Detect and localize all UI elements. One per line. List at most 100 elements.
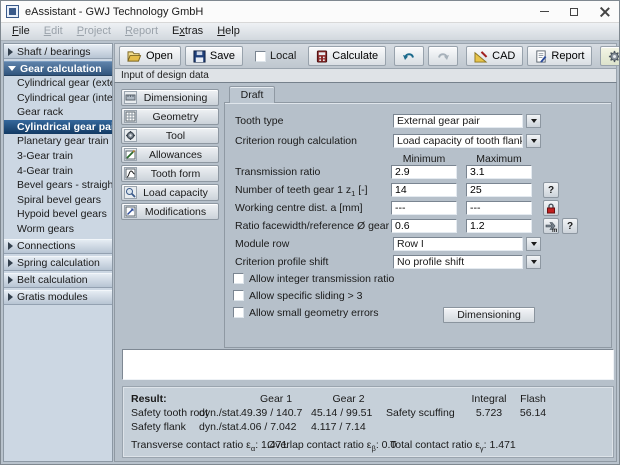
save-button[interactable]: Save xyxy=(185,46,243,66)
number-of-teeth-min-input[interactable] xyxy=(391,183,457,197)
total-contact-ratio: Total contact ratio εγ: 1.471 xyxy=(390,439,516,453)
maximize-button[interactable] xyxy=(559,1,589,22)
sidebar-item-gear-rack[interactable]: Gear rack xyxy=(4,105,112,120)
number-of-teeth-help-button[interactable]: ? xyxy=(543,182,559,198)
svg-text:m: m xyxy=(552,228,557,232)
overlap-contact-ratio: Overlap contact ratio εβ: 0.0 xyxy=(267,439,390,453)
redo-button[interactable] xyxy=(428,46,458,66)
sidebar-section-belt-calculation[interactable]: Belt calculation xyxy=(4,273,112,288)
profile-shift-label: Criterion profile shift xyxy=(235,256,328,268)
report-document-icon xyxy=(535,50,547,63)
sidebar-section-spring-calculation[interactable]: Spring calculation xyxy=(4,256,112,271)
dropdown-arrow-icon xyxy=(531,139,537,143)
module-row-select[interactable]: Row I xyxy=(393,237,523,251)
menu-bar: File Edit Project Report Extras Help xyxy=(1,23,619,41)
module-row-dropdown-button[interactable] xyxy=(526,237,541,251)
allowances-pencil-icon xyxy=(124,148,137,161)
allow-integer-ratio-checkbox[interactable] xyxy=(233,273,244,284)
result-row-tooth-root: Safety tooth root dyn./stat. 49.39 / 140… xyxy=(131,406,613,420)
criterion-rough-label: Criterion rough calculation xyxy=(235,135,357,147)
tooth-type-select[interactable]: External gear pair xyxy=(393,114,523,128)
sidebar-item-bevel-gears[interactable]: Bevel gears - straight/helical xyxy=(4,178,112,193)
sidebar-item-planetary-gear-train[interactable]: Planetary gear train xyxy=(4,134,112,149)
allow-specific-sliding-checkbox[interactable] xyxy=(233,290,244,301)
local-checkbox-group: Local xyxy=(251,50,300,62)
facewidth-ratio-min-input[interactable] xyxy=(391,219,457,233)
profile-shift-select[interactable]: No profile shift xyxy=(393,255,523,269)
flash-column-header: Flash xyxy=(512,393,554,405)
nav-dimensioning-button[interactable]: Dimensioning xyxy=(121,89,219,106)
sidebar-item-cylindrical-gear-external[interactable]: Cylindrical gear (external) xyxy=(4,76,112,91)
sidebar-section-shaft-bearings[interactable]: Shaft / bearings xyxy=(4,44,112,59)
dropdown-arrow-icon xyxy=(531,260,537,264)
nav-allowances-button[interactable]: Allowances xyxy=(121,146,219,163)
redo-icon xyxy=(436,51,450,62)
number-of-teeth-max-input[interactable] xyxy=(466,183,532,197)
nav-tool-button[interactable]: Tool xyxy=(121,127,219,144)
tool-gear-icon xyxy=(124,129,137,142)
allow-geometry-errors-label: Allow small geometry errors xyxy=(249,307,379,319)
lock-icon xyxy=(546,203,556,214)
draft-form-panel: Tooth type External gear pair Criterion … xyxy=(224,102,612,348)
sidebar-item-worm-gears[interactable]: Worm gears xyxy=(4,222,112,237)
facewidth-ratio-help-button[interactable]: ? xyxy=(562,218,578,234)
transmission-ratio-min-input[interactable] xyxy=(391,165,457,179)
undo-icon xyxy=(402,51,416,62)
sidebar-section-gear-calculation[interactable]: Gear calculation xyxy=(4,61,112,76)
nav-tooth-form-button[interactable]: Tooth form xyxy=(121,165,219,182)
options-gear-icon xyxy=(608,50,620,63)
sidebar-item-cylindrical-gear-internal[interactable]: Cylindrical gear (internal) xyxy=(4,91,112,106)
options-button[interactable]: Options xyxy=(600,46,620,66)
allow-geometry-errors-checkbox[interactable] xyxy=(233,307,244,318)
module-sidebar: Shaft / bearings Gear calculation Cylind… xyxy=(3,43,113,462)
criterion-rough-select[interactable]: Load capacity of tooth flank xyxy=(393,134,523,148)
minimize-button[interactable] xyxy=(529,1,559,22)
undo-button[interactable] xyxy=(394,46,424,66)
calculate-button[interactable]: Calculate xyxy=(308,46,386,66)
nav-modifications-button[interactable]: Modifications xyxy=(121,203,219,220)
menu-report: Report xyxy=(118,23,165,40)
sidebar-section-connections[interactable]: Connections xyxy=(4,239,112,254)
profile-shift-dropdown-button[interactable] xyxy=(526,255,541,269)
tooth-type-dropdown-button[interactable] xyxy=(526,114,541,128)
result-title: Result: xyxy=(131,393,199,405)
nav-geometry-button[interactable]: Geometry xyxy=(121,108,219,125)
close-button[interactable] xyxy=(589,1,619,22)
transmission-ratio-label: Transmission ratio xyxy=(235,166,320,178)
module-row-label: Module row xyxy=(235,238,289,250)
cad-button[interactable]: CAD xyxy=(466,46,523,66)
open-button[interactable]: Open xyxy=(119,46,181,66)
tooth-form-curve-icon xyxy=(124,167,137,180)
working-centre-distance-max-input[interactable] xyxy=(466,201,532,215)
menu-help[interactable]: Help xyxy=(210,23,247,40)
working-centre-distance-min-input[interactable] xyxy=(391,201,457,215)
hand-module-icon: m xyxy=(545,221,557,232)
menu-file[interactable]: File xyxy=(5,23,37,40)
result-row-flank: Safety flank dyn./stat. 4.06 / 7.042 4.1… xyxy=(131,420,613,434)
dimensioning-button[interactable]: Dimensioning xyxy=(443,307,535,323)
tab-draft[interactable]: Draft xyxy=(229,86,275,103)
nav-load-capacity-button[interactable]: Load capacity xyxy=(121,184,219,201)
close-icon xyxy=(600,7,609,16)
menu-project: Project xyxy=(70,23,118,40)
result-panel: Result: Gear 1 Gear 2 Integral Flash Saf… xyxy=(122,386,614,458)
local-checkbox[interactable] xyxy=(255,51,266,62)
sidebar-item-cylindrical-gear-pair[interactable]: Cylindrical gear pair xyxy=(4,120,112,135)
toolbar: Open Save Local Calculate xyxy=(114,43,617,69)
working-centre-distance-lock-button[interactable] xyxy=(543,200,559,216)
facewidth-ratio-module-button[interactable]: m xyxy=(543,218,559,234)
number-of-teeth-label: Number of teeth gear 1 z1 [-] xyxy=(235,184,368,198)
transmission-ratio-max-input[interactable] xyxy=(466,165,532,179)
facewidth-ratio-max-input[interactable] xyxy=(466,219,532,233)
report-button[interactable]: Report xyxy=(527,46,592,66)
sidebar-item-spiral-bevel-gears[interactable]: Spiral bevel gears xyxy=(4,193,112,208)
load-capacity-icon xyxy=(124,186,137,199)
sidebar-item-4-gear-train[interactable]: 4-Gear train xyxy=(4,164,112,179)
criterion-rough-dropdown-button[interactable] xyxy=(526,134,541,148)
window-controls xyxy=(529,1,619,22)
sidebar-item-3-gear-train[interactable]: 3-Gear train xyxy=(4,149,112,164)
sidebar-item-hypoid-bevel-gears[interactable]: Hypoid bevel gears xyxy=(4,207,112,222)
menu-extras[interactable]: Extras xyxy=(165,23,210,40)
dropdown-arrow-icon xyxy=(531,242,537,246)
sidebar-section-gratis-modules[interactable]: Gratis modules xyxy=(4,290,112,305)
